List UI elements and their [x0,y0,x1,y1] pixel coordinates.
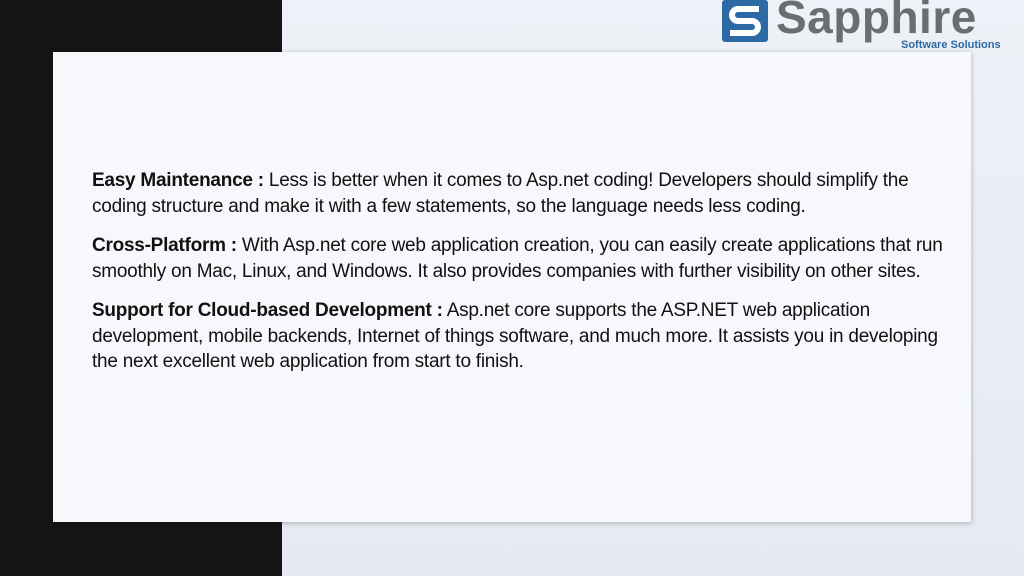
feature-heading: Support for Cloud-based Development : [92,300,443,321]
company-logo: Sapphire Software Solutions [720,0,1024,54]
sapphire-s-logo-icon [722,0,768,42]
content-card: Easy Maintenance : Less is better when i… [53,52,971,522]
feature-list: Easy Maintenance : Less is better when i… [92,168,944,389]
feature-easy-maintenance: Easy Maintenance : Less is better when i… [92,168,944,219]
feature-cross-platform: Cross-Platform : With Asp.net core web a… [92,233,944,284]
feature-heading: Cross-Platform : [92,235,237,256]
feature-heading: Easy Maintenance : [92,170,264,191]
feature-cloud-development: Support for Cloud-based Development : As… [92,298,944,375]
logo-wordmark: Sapphire [776,0,977,43]
logo-tagline: Software Solutions [901,39,1001,51]
